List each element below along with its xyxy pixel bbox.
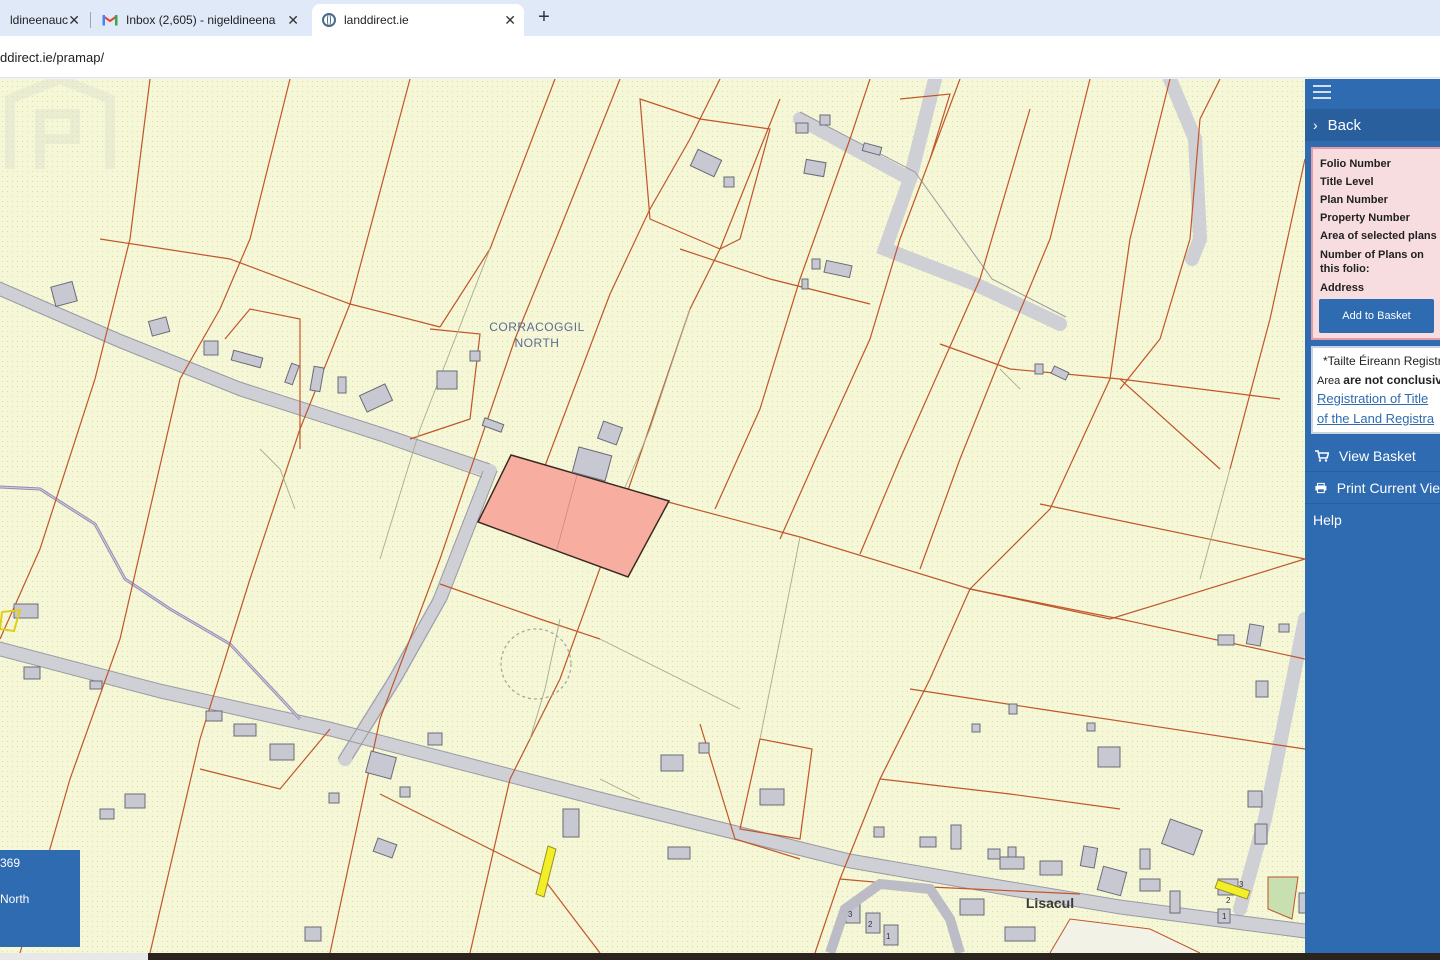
print-label: Print Current Vie — [1336, 479, 1440, 496]
disclaimer-prefix: Area — [1317, 375, 1344, 387]
tab-title: ldineenauct — [10, 13, 68, 27]
info-box-line: North — [0, 892, 30, 906]
printer-icon — [1315, 482, 1327, 493]
view-basket-link[interactable]: View Basket — [1305, 440, 1440, 472]
road-junction-south — [338, 464, 497, 766]
parcel-number: 1 — [886, 932, 891, 941]
tab-title: landdirect.ie — [344, 13, 409, 27]
watermark-logo-icon — [5, 79, 115, 169]
close-icon[interactable]: ✕ — [287, 12, 299, 29]
side-panel: › Back Folio Number Title Level Plan Num… — [1305, 79, 1440, 953]
disclaimer-bold: are not conclusiv — [1343, 373, 1440, 387]
tab-landdirect[interactable]: landdirect.ie ✕ — [312, 4, 524, 36]
tab-divider — [90, 12, 91, 28]
place-label-lisacul: Lisacul — [1025, 895, 1075, 911]
tab-title: Inbox (2,605) - nigeldineenauct — [126, 13, 276, 27]
close-icon[interactable]: ✕ — [68, 12, 80, 29]
browser-tab-strip: ldineenauct ✕ Inbox (2,605) - nigeldinee… — [0, 0, 1440, 36]
registration-of-title-link[interactable]: Registration of Title — [1317, 391, 1428, 406]
disclaimer-box: *Tailte Éireann Registra Area are not co… — [1311, 346, 1440, 434]
plans-count-label: Number of Plans on — [1320, 249, 1424, 261]
chevron-right-icon: › — [1313, 117, 1318, 133]
disclaimer-text: Area are not conclusiv — [1317, 373, 1440, 387]
help-label: Help — [1313, 512, 1342, 528]
address-label: Address — [1320, 282, 1365, 294]
place-label-corracoggil-north: CORRACOGGIL NORTH — [482, 319, 592, 351]
hamburger-menu-icon[interactable] — [1313, 85, 1331, 101]
plans-count-label-cont: this folio: — [1320, 263, 1370, 275]
url-text: ddirect.ie/pramap/ — [0, 50, 105, 65]
folio-number-label: Folio Number — [1320, 158, 1391, 170]
map-canvas[interactable]: 3 2 1 3 2 1 CORRACOGGIL NORTH Lisacul 36… — [0, 79, 1305, 953]
address-bar[interactable]: ddirect.ie/pramap/ — [0, 36, 1440, 78]
view-basket-label: View Basket — [1339, 447, 1416, 464]
plan-number-label: Plan Number — [1320, 194, 1388, 206]
land-registry-link[interactable]: of the Land Registra — [1317, 411, 1434, 426]
disclaimer-text: *Tailte Éireann Registra — [1323, 354, 1440, 368]
selected-parcel — [476, 454, 671, 578]
road-right-edge — [1233, 612, 1305, 916]
area-label: Area of selected plans — [1320, 230, 1437, 242]
new-tab-button[interactable]: + — [534, 6, 554, 29]
place-label-line: NORTH — [514, 336, 560, 350]
title-level-label: Title Level — [1320, 176, 1374, 188]
back-button[interactable]: › Back — [1305, 109, 1440, 141]
road-north-east — [793, 112, 1067, 331]
parcel-number: 3 — [848, 910, 853, 919]
print-current-view-link[interactable]: Print Current Vie — [1305, 472, 1440, 504]
parcel-number: 3 — [1239, 880, 1244, 889]
property-number-label: Property Number — [1320, 212, 1410, 224]
shopping-cart-icon — [1315, 449, 1329, 462]
help-link[interactable]: Help — [1305, 504, 1440, 536]
tab-gmail-inbox[interactable]: Inbox (2,605) - nigeldineenauct ✕ — [92, 4, 307, 36]
tab-nigel-dineen[interactable]: ldineenauct ✕ — [0, 4, 88, 36]
folio-details-card: Folio Number Title Level Plan Number Pro… — [1311, 147, 1440, 340]
globe-icon — [322, 13, 336, 27]
taskbar-strip — [0, 953, 1440, 960]
add-to-basket-button[interactable]: Add to Basket — [1319, 299, 1434, 333]
parcel-number: 1 — [1222, 912, 1227, 921]
parcel-number: 2 — [868, 920, 873, 929]
close-icon[interactable]: ✕ — [504, 12, 516, 29]
info-box-line: 369 — [0, 856, 21, 870]
gmail-icon — [102, 15, 118, 26]
back-label: Back — [1327, 116, 1362, 134]
cadastral-map: 3 2 1 3 2 1 — [0, 79, 1305, 953]
place-label-line: CORRACOGGIL — [489, 320, 585, 334]
dashed-circle-feature — [500, 628, 572, 700]
road-north — [903, 79, 942, 186]
parcel-number: 2 — [1226, 896, 1231, 905]
map-info-box: 369 North — [0, 850, 80, 947]
